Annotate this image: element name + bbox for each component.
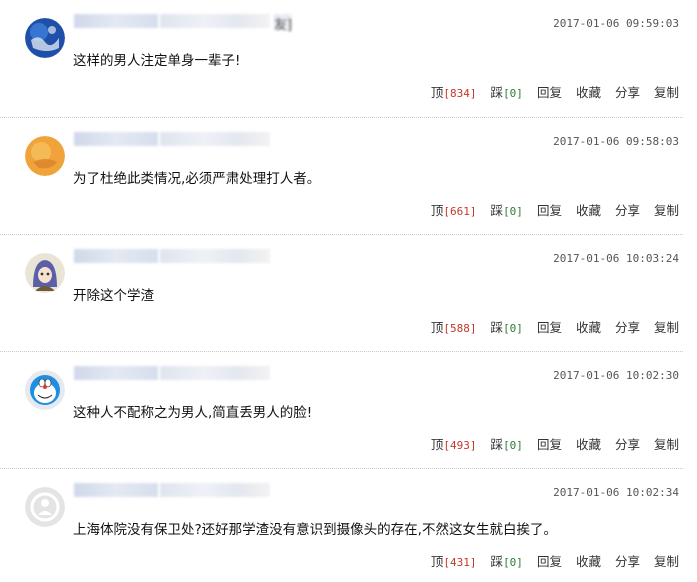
upvote-button[interactable]: 顶[493] (431, 434, 477, 453)
reply-button[interactable]: 回复 (537, 200, 562, 219)
comment-text: 这样的男人注定单身一辈子! (73, 53, 241, 69)
comment-list: 友] 2017-01-06 09:59:03 这样的男人注定单身一辈子! 顶[8… (0, 0, 697, 581)
downvote-label: 踩 (490, 554, 504, 569)
username-blurred (74, 247, 272, 265)
share-button[interactable]: 分享 (615, 82, 640, 101)
reply-button[interactable]: 回复 (537, 82, 562, 101)
comment-time: 2017-01-06 10:03:24 (553, 252, 679, 265)
comment-item: 2017-01-06 10:03:24 开除这个学渣 顶[588] 踩[0] 回… (0, 234, 683, 352)
share-button[interactable]: 分享 (615, 317, 640, 336)
comment-time: 2017-01-06 09:59:03 (553, 17, 679, 30)
share-button[interactable]: 分享 (615, 551, 640, 570)
upvote-button[interactable]: 顶[588] (431, 317, 477, 336)
upvote-count: [431] (443, 556, 477, 569)
username-blurred (74, 130, 272, 148)
collect-button[interactable]: 收藏 (576, 317, 601, 336)
upvote-label: 顶 (430, 203, 444, 218)
comment-text: 开除这个学渣 (73, 288, 154, 304)
collect-button[interactable]: 收藏 (576, 200, 601, 219)
copy-button[interactable]: 复制 (654, 434, 679, 453)
upvote-count: [661] (443, 205, 477, 218)
downvote-label: 踩 (490, 320, 504, 335)
copy-button[interactable]: 复制 (654, 200, 679, 219)
comment-actions: 顶[431] 踩[0] 回复 收藏 分享 复制 (431, 551, 679, 570)
orange-avatar-icon (25, 136, 65, 176)
collect-button[interactable]: 收藏 (576, 551, 601, 570)
collect-button[interactable]: 收藏 (576, 434, 601, 453)
comment-item: 2017-01-06 10:02:34 上海体院没有保卫处?还好那学渣没有意识到… (0, 468, 683, 582)
upvote-count: [493] (443, 439, 477, 452)
upvote-count: [588] (443, 322, 477, 335)
anime-girl-avatar-icon (25, 253, 65, 293)
downvote-label: 踩 (490, 85, 504, 100)
comment-text: 上海体院没有保卫处?还好那学渣没有意识到摄像头的存在,不然这女生就白挨了。 (73, 522, 557, 538)
avatar[interactable] (25, 253, 65, 293)
username-blurred (74, 481, 272, 499)
comment-time: 2017-01-06 10:02:34 (553, 486, 679, 499)
upvote-count: [834] (443, 87, 477, 100)
share-button[interactable]: 分享 (615, 200, 640, 219)
downvote-button[interactable]: 踩[0] (491, 200, 523, 219)
copy-button[interactable]: 复制 (654, 317, 679, 336)
default-user-avatar-icon (25, 487, 65, 527)
upvote-button[interactable]: 顶[431] (431, 551, 477, 570)
avatar[interactable] (25, 18, 65, 58)
downvote-button[interactable]: 踩[0] (491, 317, 523, 336)
downvote-count: [0] (503, 439, 523, 452)
downvote-count: [0] (503, 87, 523, 100)
downvote-button[interactable]: 踩[0] (491, 434, 523, 453)
copy-button[interactable]: 复制 (654, 551, 679, 570)
comment-time: 2017-01-06 09:58:03 (553, 135, 679, 148)
avatar[interactable] (25, 136, 65, 176)
avatar[interactable] (25, 370, 65, 410)
downvote-label: 踩 (490, 203, 504, 218)
downvote-button[interactable]: 踩[0] (491, 551, 523, 570)
upvote-label: 顶 (430, 554, 444, 569)
username-suffix: 友] (274, 14, 293, 33)
comment-item: 2017-01-06 10:02:30 这种人不配称之为男人,简直丢男人的脸! … (0, 351, 683, 469)
comment-item: 2017-01-06 09:58:03 为了杜绝此类情况,必须严肃处理打人者。 … (0, 117, 683, 235)
comment-item: 友] 2017-01-06 09:59:03 这样的男人注定单身一辈子! 顶[8… (0, 0, 683, 117)
copy-button[interactable]: 复制 (654, 82, 679, 101)
doraemon-avatar-icon (25, 370, 65, 410)
comment-actions: 顶[493] 踩[0] 回复 收藏 分享 复制 (431, 434, 679, 453)
username-blurred: 友] (74, 12, 294, 33)
upvote-button[interactable]: 顶[661] (431, 200, 477, 219)
share-button[interactable]: 分享 (615, 434, 640, 453)
reply-button[interactable]: 回复 (537, 551, 562, 570)
reply-button[interactable]: 回复 (537, 317, 562, 336)
comment-actions: 顶[834] 踩[0] 回复 收藏 分享 复制 (431, 82, 679, 101)
avatar[interactable] (25, 487, 65, 527)
upvote-label: 顶 (430, 437, 444, 452)
upvote-label: 顶 (430, 320, 444, 335)
comment-actions: 顶[588] 踩[0] 回复 收藏 分享 复制 (431, 317, 679, 336)
comment-actions: 顶[661] 踩[0] 回复 收藏 分享 复制 (431, 200, 679, 219)
upvote-label: 顶 (430, 85, 444, 100)
reply-button[interactable]: 回复 (537, 434, 562, 453)
upvote-button[interactable]: 顶[834] (431, 82, 477, 101)
downvote-count: [0] (503, 205, 523, 218)
comment-text: 为了杜绝此类情况,必须严肃处理打人者。 (73, 171, 321, 187)
downvote-button[interactable]: 踩[0] (491, 82, 523, 101)
globe-avatar-icon (25, 18, 65, 58)
downvote-label: 踩 (490, 437, 504, 452)
username-blurred (74, 364, 272, 382)
downvote-count: [0] (503, 556, 523, 569)
comment-text: 这种人不配称之为男人,简直丢男人的脸! (73, 405, 313, 421)
comment-time: 2017-01-06 10:02:30 (553, 369, 679, 382)
collect-button[interactable]: 收藏 (576, 82, 601, 101)
downvote-count: [0] (503, 322, 523, 335)
